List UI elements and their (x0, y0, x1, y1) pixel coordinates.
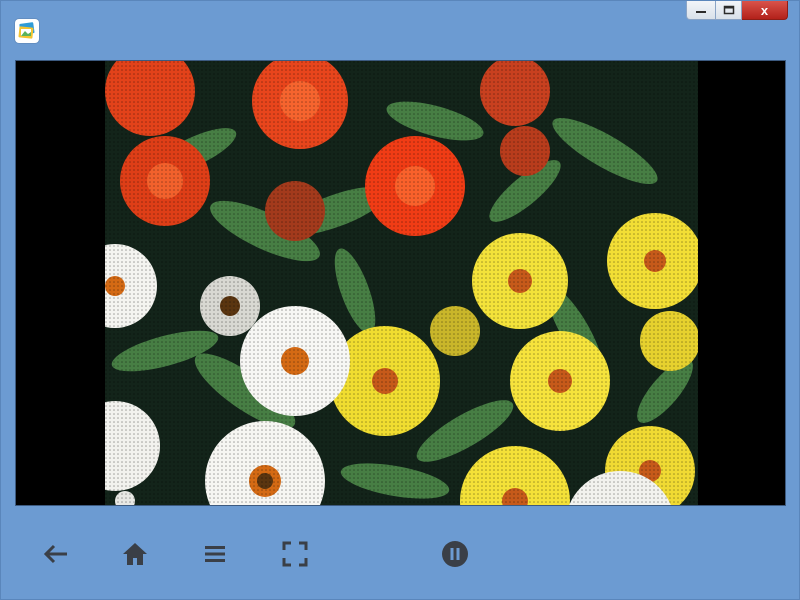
minimize-button[interactable] (686, 1, 715, 20)
home-icon (123, 543, 147, 565)
bottom-toolbar (1, 511, 799, 599)
menu-button[interactable] (199, 538, 231, 570)
back-arrow-icon (43, 544, 67, 564)
menu-icon (205, 546, 225, 562)
back-button[interactable] (39, 538, 71, 570)
minimize-icon (696, 11, 706, 13)
fullscreen-button[interactable] (279, 538, 311, 570)
close-label: x (760, 2, 769, 18)
maximize-icon (723, 5, 734, 15)
pause-icon (442, 541, 468, 567)
app-window: x (0, 0, 800, 600)
home-button[interactable] (119, 538, 151, 570)
fullscreen-icon (282, 541, 308, 567)
maximize-button[interactable] (715, 1, 742, 20)
photo-viewer-icon (15, 19, 39, 43)
image-viewer (15, 60, 786, 506)
pause-button[interactable] (439, 538, 471, 570)
window-controls: x (686, 1, 788, 20)
title-bar: x (1, 1, 799, 59)
close-button[interactable]: x (742, 1, 788, 20)
zinnia-flowers-photo (105, 61, 698, 505)
